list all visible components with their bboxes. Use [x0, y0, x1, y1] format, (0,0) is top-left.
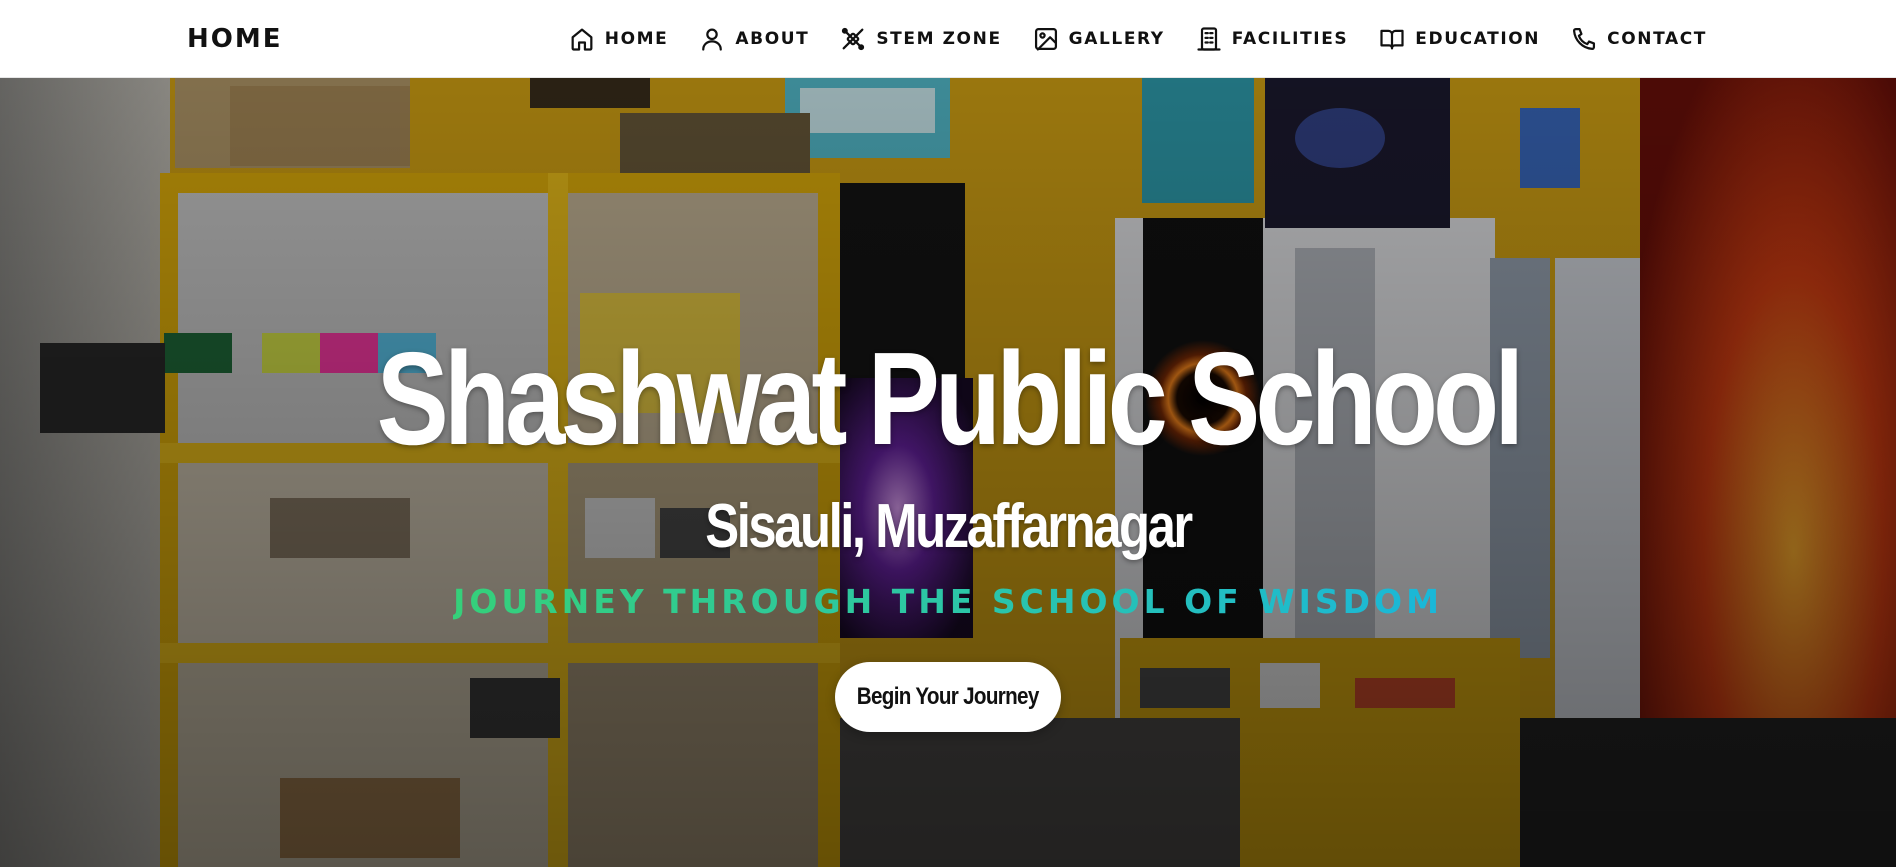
nav-item-stem-zone[interactable]: STEM ZONE [839, 25, 1001, 53]
nav-item-facilities[interactable]: FACILITIES [1195, 25, 1349, 53]
nav-item-gallery[interactable]: GALLERY [1032, 25, 1165, 53]
stem-icon [842, 27, 865, 51]
hero-tagline-text: JOURNEY THROUGH THE SCHOOL OF WISDOM [453, 582, 1443, 621]
building-icon [1197, 27, 1221, 51]
nav-label-gallery: GALLERY [1068, 29, 1165, 49]
hero-tagline: JOURNEY THROUGH THE SCHOOL OF WISDOM [0, 582, 1896, 621]
nav-item-home[interactable]: HOME [568, 25, 669, 53]
nav-item-contact[interactable]: CONTACT [1570, 25, 1707, 53]
nav-label-home: HOME [604, 29, 669, 49]
phone-icon [1573, 27, 1596, 51]
nav-label-about: ABOUT [735, 29, 810, 49]
nav-menu: HOME ABOUT STEM ZONE GALLERY FACILITIES … [568, 0, 1707, 78]
begin-journey-button[interactable]: Begin Your Journey [835, 662, 1061, 732]
hero-subtitle: Sisauli, Muzaffarnagar [705, 492, 1193, 561]
user-icon [702, 28, 723, 51]
hero-section: Shashwat Public School Sisauli, Muzaffar… [0, 78, 1896, 867]
book-icon [1380, 29, 1404, 50]
nav-label-education: EDUCATION [1415, 29, 1541, 49]
image-icon [1034, 27, 1057, 51]
nav-label-contact: CONTACT [1607, 29, 1707, 49]
nav-label-facilities: FACILITIES [1231, 29, 1349, 49]
nav-label-stem-zone: STEM ZONE [876, 29, 1002, 49]
brand-home-link[interactable]: HOME [187, 24, 283, 54]
nav-item-about[interactable]: ABOUT [698, 25, 809, 53]
begin-journey-label: Begin Your Journey [857, 683, 1040, 710]
top-navbar: HOME HOME ABOUT STEM ZONE GALLERY FACILI… [0, 0, 1896, 78]
home-icon [571, 28, 593, 51]
nav-item-education[interactable]: EDUCATION [1378, 25, 1540, 53]
hero-title: Shashwat Public School [376, 325, 1525, 472]
